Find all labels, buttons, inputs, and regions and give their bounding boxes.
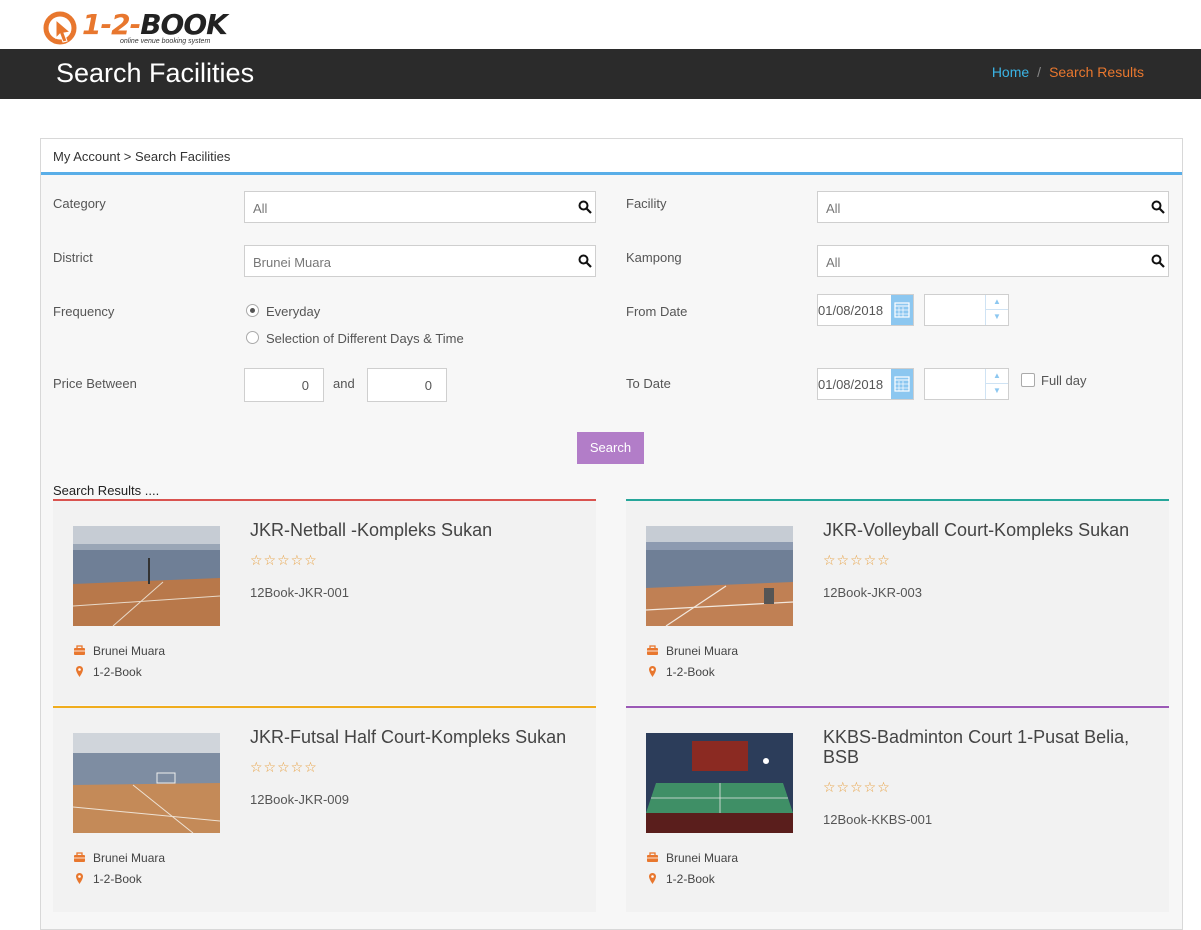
- price-min-input[interactable]: 0: [244, 368, 324, 402]
- full-day-checkbox[interactable]: [1021, 373, 1035, 387]
- facility-district: Brunei Muara: [93, 644, 166, 658]
- logo-icon: [43, 11, 77, 45]
- category-label: Category: [53, 196, 106, 211]
- breadcrumb: Home / Search Results: [992, 64, 1144, 80]
- from-date-input[interactable]: 01/08/2018: [817, 294, 914, 326]
- price-max-value: 0: [424, 378, 432, 393]
- district-value: Brunei Muara: [253, 255, 332, 270]
- facility-location: 1-2-Book: [666, 872, 715, 886]
- from-date-label: From Date: [626, 304, 688, 319]
- result-card[interactable]: KKBS-Badminton Court 1-Pusat Belia, BSB …: [626, 706, 1169, 912]
- frequency-everyday-radio[interactable]: [246, 304, 259, 317]
- map-marker-icon: [649, 873, 656, 884]
- to-date-label: To Date: [626, 376, 671, 391]
- time-spinner[interactable]: ▲ ▼: [985, 295, 1008, 325]
- calendar-icon[interactable]: [891, 369, 913, 399]
- facility-photo[interactable]: [73, 526, 220, 626]
- briefcase-icon: [74, 852, 85, 862]
- from-date-value: 01/08/2018: [818, 303, 884, 318]
- frequency-selection-radio[interactable]: [246, 331, 259, 344]
- search-icon: [578, 200, 592, 214]
- rating-stars[interactable]: ☆☆☆☆☆: [250, 552, 318, 569]
- logo-tagline: online venue booking system: [120, 38, 211, 45]
- map-marker-icon: [649, 666, 656, 677]
- rating-stars[interactable]: ☆☆☆☆☆: [250, 759, 318, 776]
- category-value: All: [253, 201, 268, 216]
- briefcase-icon: [74, 645, 85, 655]
- to-date-value: 01/08/2018: [818, 377, 884, 392]
- facility-name[interactable]: JKR-Futsal Half Court-Kompleks Sukan: [250, 727, 580, 747]
- spin-up-icon[interactable]: ▲: [986, 369, 1008, 384]
- price-label: Price Between: [53, 376, 137, 391]
- to-time-input[interactable]: ▲ ▼: [924, 368, 1009, 400]
- facility-photo[interactable]: [646, 733, 793, 833]
- breadcrumb-separator: /: [1037, 64, 1042, 80]
- page-title: Search Facilities: [56, 58, 255, 88]
- facility-value: All: [826, 201, 841, 216]
- facility-name[interactable]: JKR-Volleyball Court-Kompleks Sukan: [823, 520, 1153, 540]
- kampong-label: Kampong: [626, 250, 682, 265]
- frequency-selection-label[interactable]: Selection of Different Days & Time: [266, 331, 464, 346]
- result-card[interactable]: JKR-Volleyball Court-Kompleks Sukan ☆☆☆☆…: [626, 499, 1169, 705]
- kampong-value: All: [826, 255, 841, 270]
- facility-location: 1-2-Book: [666, 665, 715, 679]
- facility-code: 12Book-JKR-009: [250, 792, 349, 807]
- map-marker-icon: [76, 873, 83, 884]
- facility-code: 12Book-JKR-003: [823, 585, 922, 600]
- result-card[interactable]: JKR-Futsal Half Court-Kompleks Sukan ☆☆☆…: [53, 706, 596, 912]
- results-title: Search Results ....: [53, 483, 160, 498]
- search-icon: [1151, 200, 1165, 214]
- search-icon: [578, 254, 592, 268]
- breadcrumb-current: Search Results: [1049, 64, 1144, 80]
- search-button[interactable]: Search: [577, 432, 644, 464]
- breadcrumb-home-link[interactable]: Home: [992, 64, 1029, 80]
- briefcase-icon: [647, 852, 658, 862]
- facility-photo[interactable]: [73, 733, 220, 833]
- search-panel: My Account > Search Facilities Category …: [40, 138, 1183, 930]
- facility-code: 12Book-KKBS-001: [823, 812, 933, 827]
- facility-select[interactable]: All: [817, 191, 1169, 223]
- facility-label: Facility: [626, 196, 667, 211]
- spin-up-icon[interactable]: ▲: [986, 295, 1008, 310]
- facility-name[interactable]: JKR-Netball -Kompleks Sukan: [250, 520, 580, 540]
- result-card[interactable]: JKR-Netball -Kompleks Sukan ☆☆☆☆☆ 12Book…: [53, 499, 596, 705]
- logo-text: 1-2-BOOK: [82, 8, 228, 41]
- price-max-input[interactable]: 0: [367, 368, 447, 402]
- facility-district: Brunei Muara: [666, 851, 739, 865]
- kampong-select[interactable]: All: [817, 245, 1169, 277]
- facility-photo[interactable]: [646, 526, 793, 626]
- category-select[interactable]: All: [244, 191, 596, 223]
- panel-heading: My Account > Search Facilities: [41, 139, 1182, 175]
- facility-location: 1-2-Book: [93, 665, 142, 679]
- calendar-icon[interactable]: [891, 295, 913, 325]
- from-time-input[interactable]: ▲ ▼: [924, 294, 1009, 326]
- panel-heading-text: My Account > Search Facilities: [53, 149, 231, 164]
- spin-down-icon[interactable]: ▼: [986, 310, 1008, 324]
- price-min-value: 0: [301, 378, 309, 393]
- facility-district: Brunei Muara: [93, 851, 166, 865]
- briefcase-icon: [647, 645, 658, 655]
- spin-down-icon[interactable]: ▼: [986, 384, 1008, 398]
- search-icon: [1151, 254, 1165, 268]
- to-date-input[interactable]: 01/08/2018: [817, 368, 914, 400]
- top-bar: 1-2-BOOK online venue booking system: [0, 0, 1201, 48]
- page-header: Search Facilities Home / Search Results: [0, 49, 1201, 99]
- map-marker-icon: [76, 666, 83, 677]
- rating-stars[interactable]: ☆☆☆☆☆: [823, 779, 891, 796]
- district-select[interactable]: Brunei Muara: [244, 245, 596, 277]
- rating-stars[interactable]: ☆☆☆☆☆: [823, 552, 891, 569]
- facility-district: Brunei Muara: [666, 644, 739, 658]
- facility-location: 1-2-Book: [93, 872, 142, 886]
- price-and-label: and: [333, 376, 355, 391]
- frequency-label: Frequency: [53, 304, 115, 319]
- logo[interactable]: 1-2-BOOK online venue booking system: [42, 8, 232, 50]
- district-label: District: [53, 250, 93, 265]
- facility-name[interactable]: KKBS-Badminton Court 1-Pusat Belia, BSB: [823, 727, 1153, 767]
- full-day-label[interactable]: Full day: [1041, 373, 1087, 388]
- time-spinner[interactable]: ▲ ▼: [985, 369, 1008, 399]
- frequency-everyday-label[interactable]: Everyday: [266, 304, 320, 319]
- facility-code: 12Book-JKR-001: [250, 585, 349, 600]
